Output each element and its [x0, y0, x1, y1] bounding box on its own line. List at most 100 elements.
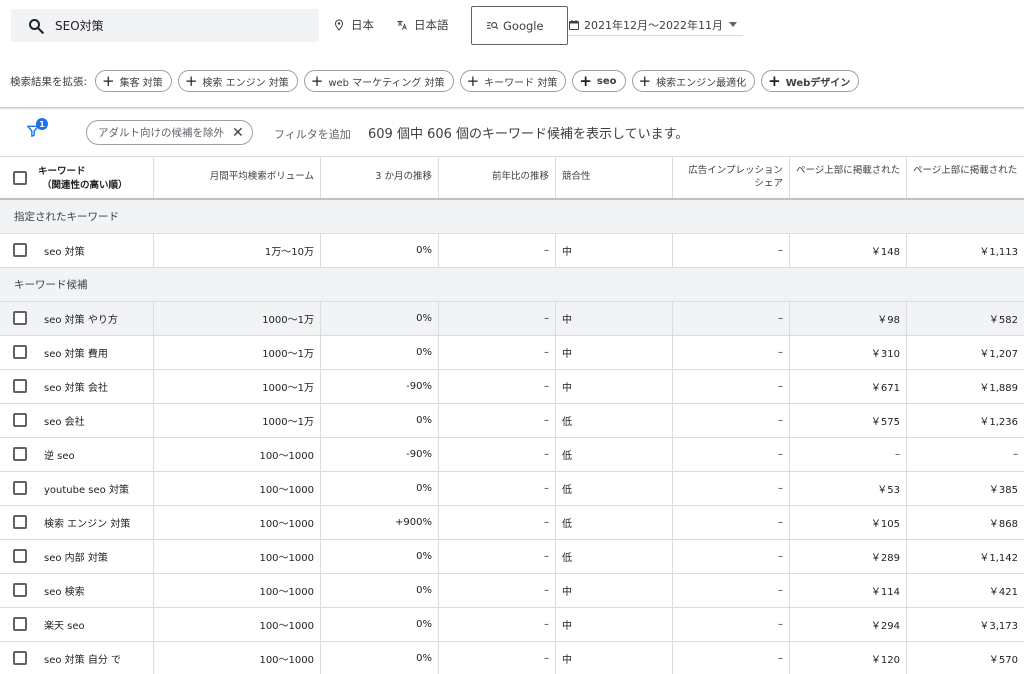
header-keyword-line2: （関連性の高い順） — [42, 179, 128, 191]
table-row[interactable]: 逆 seo 100〜1000 -90% – 低 – – – — [0, 438, 1024, 472]
chip-label: Webデザイン — [785, 77, 851, 89]
cell-bid-high: ￥1,142 — [906, 540, 1024, 573]
cell-bid-high: ￥1,889 — [906, 370, 1024, 403]
header-competition[interactable]: 競合性 — [555, 157, 672, 198]
close-icon[interactable]: ✕ — [232, 125, 244, 141]
cell-competition: 中 — [555, 608, 672, 641]
network-label: Google — [503, 18, 544, 33]
date-range-selector[interactable]: 2021年12月〜2022年11月 — [568, 14, 743, 36]
table-row[interactable]: seo 検索 100〜1000 0% – 中 – ￥114 ￥421 — [0, 574, 1024, 608]
cell-bid-low: ￥114 — [789, 574, 906, 607]
header-bid-low-label: ページ上部に掲載された広告の入札単価（低額帯） — [796, 165, 900, 176]
location-label: 日本 — [351, 18, 374, 32]
cell-impression-share: – — [672, 234, 789, 267]
location-pin-icon — [334, 19, 344, 31]
expand-chip-7[interactable]: + Webデザイン — [761, 70, 860, 92]
row-checkbox[interactable] — [13, 413, 27, 427]
expand-chip-5[interactable]: + seo — [572, 70, 626, 92]
divider — [0, 107, 1024, 110]
row-checkbox[interactable] — [13, 617, 27, 631]
section-keyword-candidates: キーワード候補 — [0, 268, 1024, 302]
header-impression-share[interactable]: 広告インプレッション シェア — [672, 157, 789, 198]
table-row[interactable]: seo 内部 対策 100〜1000 0% – 低 – ￥289 ￥1,142 — [0, 540, 1024, 574]
plus-icon: + — [310, 71, 324, 90]
cell-keyword: seo 対策 — [44, 247, 85, 258]
row-checkbox[interactable] — [13, 243, 27, 257]
row-checkbox[interactable] — [13, 515, 27, 529]
search-value: SEO対策 — [55, 19, 104, 33]
cell-bid-high: ￥1,207 — [906, 336, 1024, 369]
expand-chip-4[interactable]: + キーワード 対策 — [459, 70, 567, 92]
cell-keyword: seo 会社 — [44, 417, 85, 428]
cell-bid-high: – — [906, 438, 1024, 471]
header-trend3m[interactable]: 3 か月の推移 — [320, 157, 438, 198]
expand-chip-6[interactable]: + 検索エンジン最適化 — [631, 70, 756, 92]
cell-competition: 低 — [555, 438, 672, 471]
cell-volume: 1万〜10万 — [153, 234, 320, 267]
header-volume[interactable]: 月間平均検索ボリューム — [153, 157, 320, 198]
adult-filter-label: アダルト向けの候補を除外 — [98, 127, 224, 139]
cell-volume: 1000〜1万 — [153, 302, 320, 335]
cell-keyword: 逆 seo — [44, 451, 75, 462]
row-checkbox[interactable] — [13, 481, 27, 495]
cell-bid-high: ￥868 — [906, 506, 1024, 539]
plus-icon: + — [638, 71, 652, 90]
table-row[interactable]: seo 会社 1000〜1万 0% – 低 – ￥575 ￥1,236 — [0, 404, 1024, 438]
table-row[interactable]: seo 対策 やり方 1000〜1万 0% – 中 – ￥98 ￥582 — [0, 302, 1024, 336]
row-checkbox[interactable] — [13, 651, 27, 665]
table-header-row: キーワード （関連性の高い順） 月間平均検索ボリューム 3 か月の推移 前年比の… — [0, 156, 1024, 200]
table-row[interactable]: seo 対策 会社 1000〜1万 -90% – 中 – ￥671 ￥1,889 — [0, 370, 1024, 404]
cell-volume: 100〜1000 — [153, 608, 320, 641]
cell-impression-share: – — [672, 506, 789, 539]
row-checkbox[interactable] — [13, 583, 27, 597]
cell-yoy: – — [438, 642, 555, 674]
cell-impression-share: – — [672, 336, 789, 369]
search-icon — [29, 18, 44, 34]
cell-yoy: – — [438, 608, 555, 641]
row-checkbox[interactable] — [13, 311, 27, 325]
table-row[interactable]: youtube seo 対策 100〜1000 0% – 低 – ￥53 ￥38… — [0, 472, 1024, 506]
language-selector[interactable]: 日本語 — [396, 17, 449, 33]
expand-chip-3[interactable]: + web マーケティング 対策 — [303, 70, 454, 92]
table-row[interactable]: seo 対策 自分 で 100〜1000 0% – 中 – ￥120 ￥570 — [0, 642, 1024, 674]
keyword-search-input[interactable]: SEO対策 — [11, 9, 319, 42]
expand-chip-2[interactable]: + 検索 エンジン 対策 — [177, 70, 298, 92]
header-impression-line2: シェア — [754, 177, 783, 189]
row-checkbox[interactable] — [13, 549, 27, 563]
expand-chip-1[interactable]: + 集客 対策 — [95, 70, 172, 92]
cell-bid-low: ￥120 — [789, 642, 906, 674]
adult-filter-chip[interactable]: アダルト向けの候補を除外 ✕ — [86, 120, 253, 145]
table-row[interactable]: 楽天 seo 100〜1000 0% – 中 – ￥294 ￥3,173 — [0, 608, 1024, 642]
row-checkbox[interactable] — [13, 345, 27, 359]
cell-bid-high: ￥385 — [906, 472, 1024, 505]
row-checkbox[interactable] — [13, 379, 27, 393]
row-checkbox[interactable] — [13, 447, 27, 461]
cell-bid-high: ￥421 — [906, 574, 1024, 607]
plus-icon: + — [466, 71, 480, 90]
table-row[interactable]: seo 対策 1万〜10万 0% – 中 – ￥148 ￥1,113 — [0, 234, 1024, 268]
select-all-checkbox[interactable] — [13, 171, 27, 185]
cell-impression-share: – — [672, 302, 789, 335]
plus-icon: + — [102, 71, 115, 90]
cell-trend3m: 0% — [320, 302, 438, 335]
header-keyword[interactable]: キーワード （関連性の高い順） — [38, 165, 148, 193]
header-bid-high[interactable]: ページ上部に掲載された広告の入札単価（高額帯） — [906, 157, 1024, 198]
header-yoy[interactable]: 前年比の推移 — [438, 157, 555, 198]
cell-yoy: – — [438, 336, 555, 369]
header-keyword-line1: キーワード — [38, 166, 86, 177]
plus-icon: + — [579, 71, 592, 90]
cell-trend3m: 0% — [320, 574, 438, 607]
header-bid-low[interactable]: ページ上部に掲載された広告の入札単価（低額帯） — [789, 157, 906, 198]
table-row[interactable]: seo 対策 費用 1000〜1万 0% – 中 – ￥310 ￥1,207 — [0, 336, 1024, 370]
cell-trend3m: 0% — [320, 234, 438, 267]
add-filter-button[interactable]: フィルタを追加 — [274, 126, 351, 142]
location-selector[interactable]: 日本 — [333, 17, 374, 33]
search-network-selector[interactable]: Google — [471, 6, 568, 45]
header-bid-high-label: ページ上部に掲載された広告の入札単価（高額帯） — [913, 165, 1018, 176]
cell-impression-share: – — [672, 438, 789, 471]
calendar-icon — [569, 19, 579, 30]
cell-keyword: seo 対策 費用 — [44, 349, 108, 360]
table-row[interactable]: 検索 エンジン 対策 100〜1000 +900% – 低 – ￥105 ￥86… — [0, 506, 1024, 540]
language-label: 日本語 — [414, 18, 449, 32]
cell-yoy: – — [438, 302, 555, 335]
